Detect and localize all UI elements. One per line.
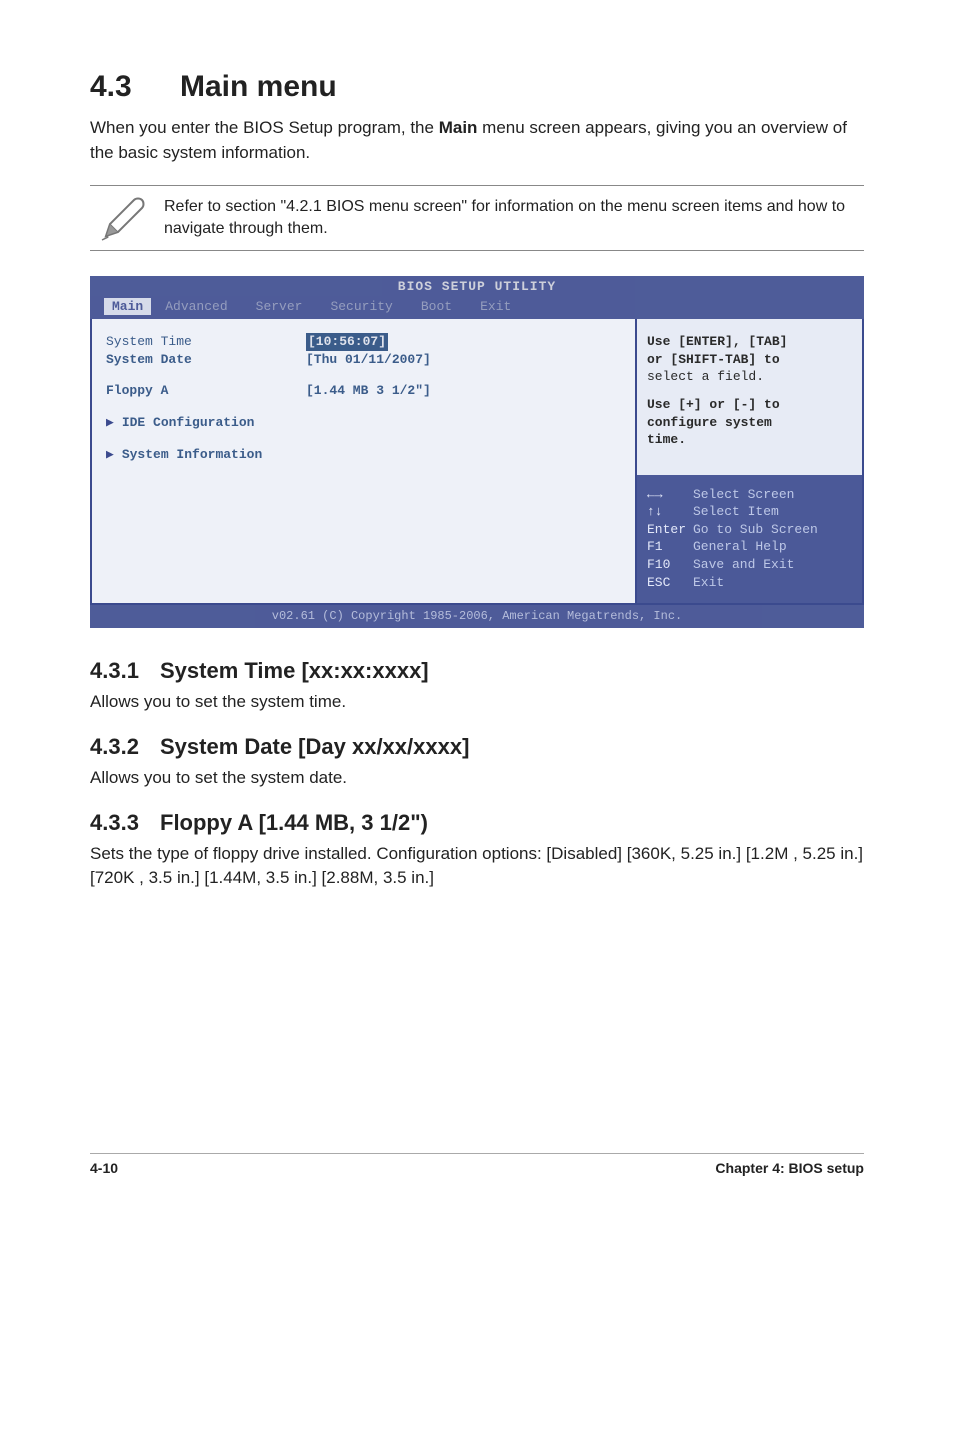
sub-title: Floppy A [1.44 MB, 3 1/2") bbox=[160, 810, 428, 835]
sub-title: System Time [xx:xx:xxxx] bbox=[160, 658, 429, 683]
bios-footer: v02.61 (C) Copyright 1985-2006, American… bbox=[90, 605, 864, 628]
bios-left-pane: System Time [10:56:07] System Date [Thu … bbox=[92, 319, 635, 603]
hotkey-key: ←→ bbox=[647, 486, 693, 504]
intro-text-b: Main bbox=[439, 118, 478, 137]
help-line: or [SHIFT-TAB] to bbox=[647, 351, 852, 369]
help-bottom: ←→Select Screen ↑↓Select Item EnterGo to… bbox=[637, 475, 862, 603]
hotkey-row: F10Save and Exit bbox=[647, 556, 852, 574]
sub-number: 4.3.2 bbox=[90, 734, 160, 760]
hotkey-key: ↑↓ bbox=[647, 503, 693, 521]
page-footer: 4-10 Chapter 4: BIOS setup bbox=[90, 1153, 864, 1176]
row-floppy[interactable]: Floppy A [1.44 MB 3 1/2"] bbox=[106, 382, 623, 400]
help-top: Use [ENTER], [TAB] or [SHIFT-TAB] to sel… bbox=[637, 319, 862, 456]
label-ide-config: IDE Configuration bbox=[122, 414, 255, 432]
row-system-time[interactable]: System Time [10:56:07] bbox=[106, 333, 623, 351]
label-system-date: System Date bbox=[106, 351, 306, 369]
help-line: time. bbox=[647, 431, 852, 449]
pencil-icon bbox=[94, 194, 154, 242]
help-line: configure system bbox=[647, 414, 852, 432]
footer-left: 4-10 bbox=[90, 1160, 118, 1176]
hotkey-value: Save and Exit bbox=[693, 557, 794, 572]
sub-title: System Date [Day xx/xx/xxxx] bbox=[160, 734, 469, 759]
sub-body-3: Sets the type of floppy drive installed.… bbox=[90, 842, 864, 890]
row-sys-info[interactable]: ▶ System Information bbox=[106, 446, 623, 464]
value-system-time[interactable]: [10:56:07] bbox=[306, 333, 388, 351]
hotkey-row: ←→Select Screen bbox=[647, 486, 852, 504]
hotkey-key: F1 bbox=[647, 538, 693, 556]
help-line: select a field. bbox=[647, 368, 852, 386]
row-ide-config[interactable]: ▶ IDE Configuration bbox=[106, 414, 623, 432]
intro-text-a: When you enter the BIOS Setup program, t… bbox=[90, 118, 439, 137]
help-line: Use [ENTER], [TAB] bbox=[647, 333, 852, 351]
tab-boot[interactable]: Boot bbox=[407, 298, 466, 316]
tab-server[interactable]: Server bbox=[242, 298, 317, 316]
hotkey-value: Go to Sub Screen bbox=[693, 522, 818, 537]
tab-advanced[interactable]: Advanced bbox=[151, 298, 241, 316]
row-system-date[interactable]: System Date [Thu 01/11/2007] bbox=[106, 351, 623, 369]
hotkey-row: ↑↓Select Item bbox=[647, 503, 852, 521]
value-system-date[interactable]: [Thu 01/11/2007] bbox=[306, 351, 431, 369]
hotkey-key: Enter bbox=[647, 521, 693, 539]
label-system-time: System Time bbox=[106, 333, 306, 351]
intro-paragraph: When you enter the BIOS Setup program, t… bbox=[90, 116, 864, 165]
label-floppy: Floppy A bbox=[106, 382, 306, 400]
tab-security[interactable]: Security bbox=[316, 298, 406, 316]
value-floppy[interactable]: [1.44 MB 3 1/2"] bbox=[306, 382, 431, 400]
hotkey-value: Exit bbox=[693, 575, 724, 590]
page-content: 4.3Main menu When you enter the BIOS Set… bbox=[0, 0, 954, 933]
bios-body: System Time [10:56:07] System Date [Thu … bbox=[90, 319, 864, 605]
hotkey-value: Select Item bbox=[693, 504, 779, 519]
section-heading: 4.3Main menu bbox=[90, 70, 864, 104]
sub-body-1: Allows you to set the system time. bbox=[90, 690, 864, 714]
label-sys-info: System Information bbox=[122, 446, 262, 464]
sub-number: 4.3.3 bbox=[90, 810, 160, 836]
sub-heading-1: 4.3.1System Time [xx:xx:xxxx] bbox=[90, 658, 864, 684]
bios-help-pane: Use [ENTER], [TAB] or [SHIFT-TAB] to sel… bbox=[635, 319, 862, 603]
hotkey-row: EnterGo to Sub Screen bbox=[647, 521, 852, 539]
hotkey-key: ESC bbox=[647, 574, 693, 592]
section-title-text: Main menu bbox=[180, 70, 337, 103]
hotkey-row: ESCExit bbox=[647, 574, 852, 592]
note-text: Refer to section "4.2.1 BIOS menu screen… bbox=[154, 196, 860, 241]
sub-body-2: Allows you to set the system date. bbox=[90, 766, 864, 790]
hotkey-row: F1General Help bbox=[647, 538, 852, 556]
sub-number: 4.3.1 bbox=[90, 658, 160, 684]
note-block: Refer to section "4.2.1 BIOS menu screen… bbox=[90, 185, 864, 251]
footer-right: Chapter 4: BIOS setup bbox=[715, 1160, 864, 1176]
bios-screenshot: BIOS SETUP UTILITY Main Advanced Server … bbox=[90, 276, 864, 628]
sub-heading-2: 4.3.2System Date [Day xx/xx/xxxx] bbox=[90, 734, 864, 760]
arrow-icon: ▶ bbox=[106, 414, 114, 432]
sub-heading-3: 4.3.3Floppy A [1.44 MB, 3 1/2") bbox=[90, 810, 864, 836]
bios-title: BIOS SETUP UTILITY bbox=[90, 276, 864, 296]
hotkey-value: Select Screen bbox=[693, 487, 794, 502]
hotkey-key: F10 bbox=[647, 556, 693, 574]
bios-tabs: Main Advanced Server Security Boot Exit bbox=[90, 296, 864, 320]
arrow-icon: ▶ bbox=[106, 446, 114, 464]
section-number: 4.3 bbox=[90, 70, 180, 104]
tab-exit[interactable]: Exit bbox=[466, 298, 525, 316]
tab-main[interactable]: Main bbox=[104, 298, 151, 316]
hotkey-value: General Help bbox=[693, 539, 787, 554]
help-line: Use [+] or [-] to bbox=[647, 396, 852, 414]
